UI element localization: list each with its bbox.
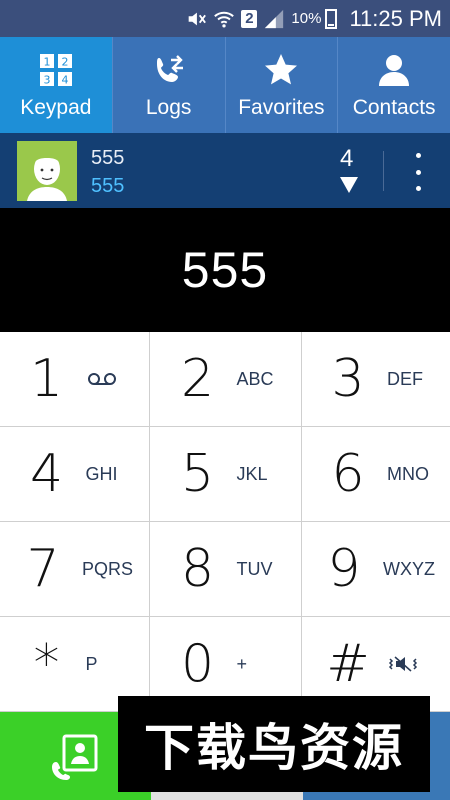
key-digit: 1	[29, 349, 64, 409]
svg-text:3: 3	[43, 74, 50, 87]
tab-contacts[interactable]: Contacts	[338, 37, 450, 133]
expand-down-icon[interactable]	[340, 177, 358, 193]
signal-icon	[263, 8, 285, 30]
watermark: 下载鸟资源	[118, 696, 430, 792]
key-8[interactable]: 8 TUV	[150, 522, 302, 617]
tab-label: Keypad	[20, 96, 92, 119]
key-letters: TUV	[236, 558, 273, 579]
star-icon	[261, 50, 301, 90]
divider	[383, 151, 384, 191]
key-letters: +	[236, 653, 248, 674]
more-options-icon[interactable]	[408, 153, 428, 191]
key-9[interactable]: 9 WXYZ	[302, 522, 450, 617]
key-letters: GHI	[85, 463, 118, 484]
suggestion-name: 555	[91, 147, 125, 169]
call-logs-icon	[149, 50, 189, 90]
sim-badge: 2	[241, 9, 258, 28]
battery-icon	[325, 8, 338, 29]
key-letters: PQRS	[81, 558, 133, 579]
key-digit: *	[33, 634, 60, 694]
key-digit: 7	[26, 539, 60, 599]
number-display[interactable]: 555	[0, 208, 450, 332]
svg-text:2: 2	[61, 56, 68, 69]
svg-text:4: 4	[61, 74, 68, 87]
tab-label: Contacts	[352, 96, 436, 119]
contacts-icon	[374, 50, 414, 90]
key-7[interactable]: 7 PQRS	[0, 522, 150, 617]
suggestion-number: 555	[91, 175, 125, 197]
tab-favorites[interactable]: Favorites	[226, 37, 339, 133]
tab-keypad[interactable]: 1 2 3 4 Keypad	[0, 37, 113, 133]
mute-icon	[185, 8, 207, 30]
match-count: 4	[340, 145, 354, 172]
key-6[interactable]: 6 MNO	[302, 427, 450, 522]
key-1[interactable]: 1	[0, 332, 150, 427]
status-bar: 2 10% 11:25 PM	[0, 0, 450, 37]
key-digit: 2	[180, 349, 215, 409]
battery-percent: 10%	[291, 10, 322, 27]
key-letters: JKL	[236, 463, 268, 484]
dialed-number: 555	[181, 242, 269, 298]
add-to-contacts-icon	[51, 734, 97, 780]
key-digit: 4	[29, 444, 64, 504]
dial-keypad: 1 2 ABC 3 DEF 4 GHI 5 JKL 6 MNO 7 PQRS 8…	[0, 332, 450, 712]
key-letters: MNO	[387, 463, 429, 484]
voicemail-icon	[86, 370, 130, 388]
key-letters: P	[85, 653, 98, 674]
tab-logs[interactable]: Logs	[113, 37, 226, 133]
key-digit: 0	[180, 634, 215, 694]
keypad-icon: 1 2 3 4	[36, 50, 76, 90]
key-2[interactable]: 2 ABC	[150, 332, 302, 427]
vibrate-mute-icon	[387, 655, 431, 673]
key-digit: #	[326, 634, 370, 694]
key-letters: WXYZ	[383, 558, 435, 579]
key-digit: 8	[180, 539, 215, 599]
key-digit: 3	[331, 349, 365, 409]
wifi-icon	[213, 8, 235, 30]
key-letters: DEF	[387, 368, 423, 389]
key-5[interactable]: 5 JKL	[150, 427, 302, 522]
tab-label: Logs	[145, 96, 192, 119]
key-digit: 5	[180, 444, 215, 504]
key-3[interactable]: 3 DEF	[302, 332, 450, 427]
key-digit: 6	[331, 444, 365, 504]
tab-label: Favorites	[238, 96, 325, 119]
svg-text:1: 1	[43, 56, 50, 69]
key-letters: ABC	[236, 368, 274, 389]
tab-bar: 1 2 3 4 Keypad Logs Favorites Contacts	[0, 37, 450, 133]
key-4[interactable]: 4 GHI	[0, 427, 150, 522]
avatar	[17, 141, 77, 201]
clock: 11:25 PM	[349, 5, 442, 31]
key-digit: 9	[327, 539, 361, 599]
contact-suggestion[interactable]: 555 555 4	[0, 133, 450, 208]
